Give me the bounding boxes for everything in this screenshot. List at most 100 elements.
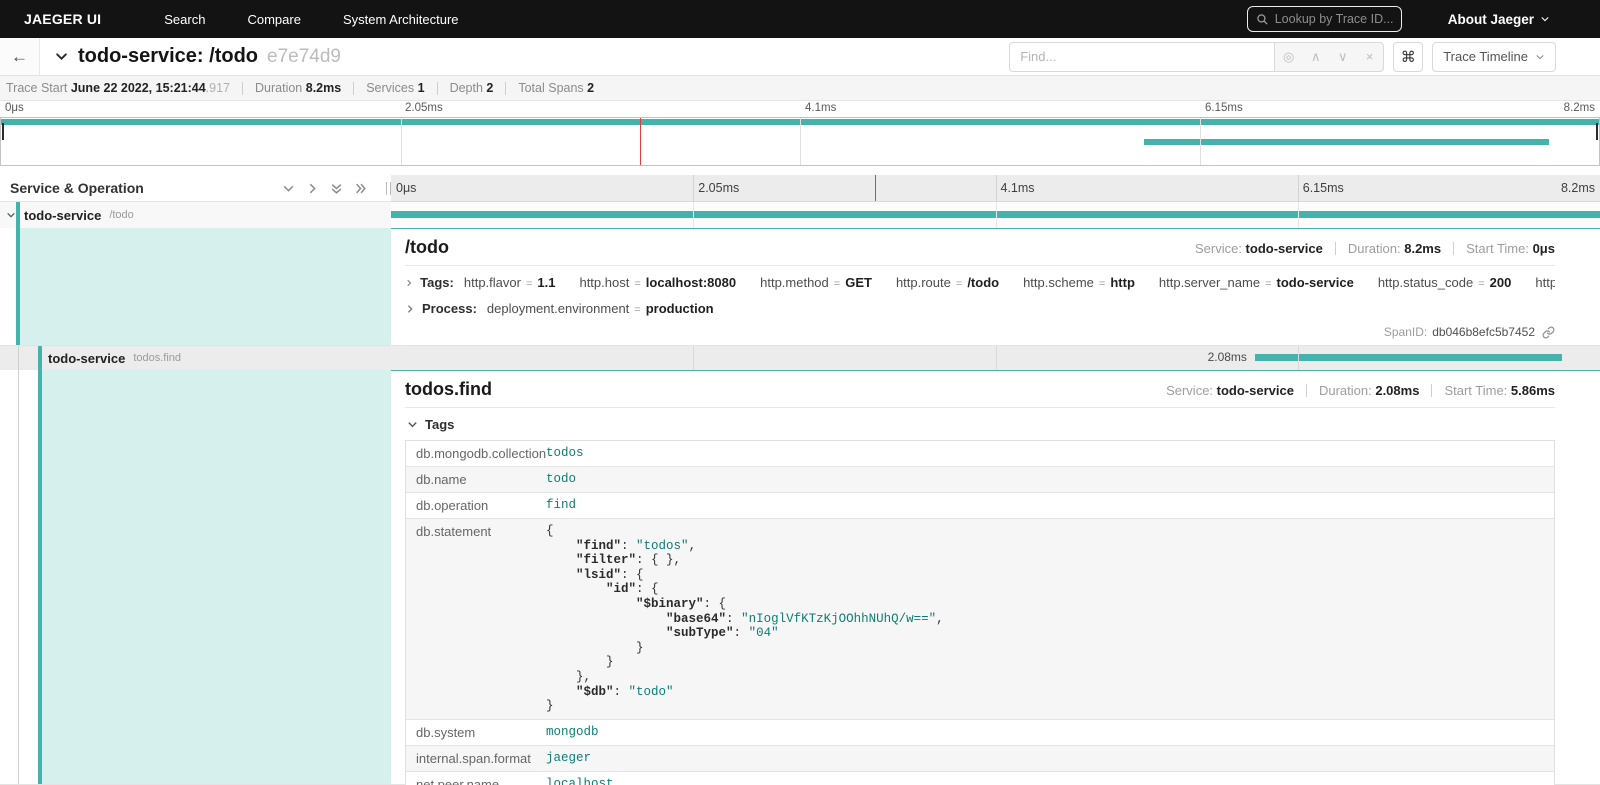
prev-match-button[interactable]: ∧ — [1302, 43, 1329, 71]
chevron-down-icon — [1535, 52, 1545, 62]
json-line: "find": "todos", — [546, 539, 1546, 554]
timeline-header-ticks: 0μs2.05ms4.1ms6.15ms8.2ms — [391, 175, 1600, 202]
meta-value: todo-service — [1217, 383, 1294, 398]
expand-one-button[interactable] — [306, 182, 319, 195]
collapse-trace-chevron-icon[interactable] — [54, 49, 69, 64]
summary-label: Services — [366, 81, 417, 95]
trace-summary-bar: Trace Start June 22 2022, 15:21:44.917Du… — [0, 76, 1600, 101]
json-punct: : — [621, 539, 636, 553]
tag-value: http — [1110, 275, 1135, 290]
collapse-all-button[interactable] — [330, 182, 343, 195]
json-punct: : — [734, 626, 749, 640]
minimap-canvas[interactable] — [0, 117, 1600, 166]
span-color-bar — [38, 346, 42, 370]
double-chevron-down-icon — [330, 182, 343, 195]
find-input[interactable] — [1009, 42, 1274, 72]
jaeger-logo[interactable]: JAEGER UI — [24, 11, 101, 27]
json-key: "filter" — [576, 553, 636, 567]
nav-item-system-architecture[interactable]: System Architecture — [322, 0, 480, 38]
span-row-todos-find[interactable]: todo-service todos.find 2.08ms — [0, 346, 1600, 370]
separator — [1431, 384, 1432, 397]
equals-sign: = — [1099, 278, 1105, 290]
trace-header-controls: ◎ ∧ ∨ × ⌘ Trace Timeline — [1009, 42, 1556, 72]
json-key: "base64" — [666, 612, 726, 626]
span-row-todo-label[interactable]: todo-service /todo — [0, 202, 391, 228]
tag-table-row[interactable]: db.systemmongodb — [406, 720, 1554, 746]
json-line: "filter": { }, — [546, 553, 1546, 568]
tag-table-row[interactable]: db.operationfind — [406, 493, 1554, 519]
clear-find-button[interactable]: × — [1356, 43, 1383, 71]
gridline — [800, 118, 801, 165]
meta-value: todo-service — [1246, 241, 1323, 256]
keyboard-shortcuts-button[interactable]: ⌘ — [1393, 42, 1423, 72]
collapse-span-chevron-icon[interactable] — [6, 210, 16, 220]
next-match-button[interactable]: ∨ — [1329, 43, 1356, 71]
about-jaeger-menu[interactable]: About Jaeger — [1448, 12, 1550, 27]
collapse-one-button[interactable] — [282, 182, 295, 195]
json-punct: : { — [621, 568, 644, 582]
summary-value: 1 — [418, 81, 425, 95]
tag-table-row[interactable]: db.mongodb.collectiontodos — [406, 441, 1554, 467]
nav-item-compare[interactable]: Compare — [226, 0, 321, 38]
separator — [437, 82, 438, 95]
equals-sign: = — [634, 304, 640, 316]
span-row-todos-find-track[interactable]: 2.08ms — [391, 346, 1600, 370]
about-jaeger-label: About Jaeger — [1448, 12, 1534, 27]
gridline — [996, 175, 997, 201]
tag-table-row[interactable]: internal.span.formatjaeger — [406, 746, 1554, 772]
gridline — [401, 118, 402, 165]
span-row-todo[interactable]: todo-service /todo — [0, 202, 1600, 228]
nav-item-search[interactable]: Search — [143, 0, 226, 38]
meta-label: Duration: — [1319, 383, 1375, 398]
span-bar-todos-find[interactable] — [1255, 354, 1562, 361]
json-key: "$db" — [576, 685, 614, 699]
copy-link-icon[interactable] — [1542, 326, 1555, 339]
minimap-left-scrubber[interactable] — [2, 123, 4, 140]
meta-label: Service: — [1166, 383, 1217, 398]
json-key: "subType" — [666, 626, 734, 640]
span-row-todo-track[interactable] — [391, 202, 1600, 228]
tags-section-accordion[interactable]: Tags — [407, 417, 1555, 432]
tags-accordion[interactable]: Tags: http.flavor=1.1http.host=localhost… — [405, 275, 1555, 290]
tag-key: http.method — [760, 275, 829, 290]
json-punct: , — [936, 612, 944, 626]
tag-table-key: db.name — [406, 467, 538, 492]
span-row-todos-find-label[interactable]: todo-service todos.find — [0, 346, 391, 370]
minimap-right-scrubber[interactable] — [1596, 123, 1598, 140]
tag-table-key: db.operation — [406, 493, 538, 518]
summary-value: June 22 2022, 15:21:44 — [71, 81, 206, 95]
span-detail-todo-card: /todo Service: todo-serviceDuration: 8.2… — [391, 228, 1600, 345]
json-string: "04" — [749, 626, 779, 640]
tags-section-label: Tags — [425, 417, 454, 432]
command-key-icon: ⌘ — [1401, 48, 1416, 66]
expand-all-button[interactable] — [354, 182, 367, 195]
meta-label: Start Time: — [1466, 241, 1532, 256]
indent-guide — [18, 370, 19, 784]
process-accordion[interactable]: Process: deployment.environment=producti… — [405, 301, 1555, 316]
tag-table-row[interactable]: db.statement{ "find": "todos", "filter":… — [406, 519, 1554, 720]
meta-value: 2.08ms — [1375, 383, 1419, 398]
tags-chip-list: http.flavor=1.1http.host=localhost:8080h… — [464, 275, 1555, 290]
json-punct: } — [636, 641, 644, 655]
summary-label: Total Spans — [518, 81, 587, 95]
trace-lookup-input[interactable] — [1275, 12, 1393, 26]
tag-table-value: localhost — [538, 772, 1554, 785]
trace-view-select[interactable]: Trace Timeline — [1432, 42, 1556, 72]
focus-match-button[interactable]: ◎ — [1275, 43, 1302, 71]
gridline — [693, 346, 694, 370]
equals-sign: = — [1478, 278, 1484, 290]
tag-value: /todo — [967, 275, 999, 290]
tag-table-value: find — [538, 493, 1554, 518]
json-punct: : — [726, 612, 741, 626]
json-punct: : — [614, 685, 629, 699]
back-button[interactable]: ← — [0, 38, 40, 75]
summary-label: Trace Start — [6, 81, 71, 95]
tag-key: http.status_code — [1378, 275, 1473, 290]
timeline-tick-label: 6.15ms — [1303, 181, 1344, 195]
tag-table-row[interactable]: net.peer.namelocalhost — [406, 772, 1554, 785]
span-detail-todo: /todo Service: todo-serviceDuration: 8.2… — [0, 228, 1600, 346]
meta-label: Start Time: — [1444, 383, 1510, 398]
trace-lookup-box[interactable] — [1247, 6, 1402, 32]
tag-table-row[interactable]: db.nametodo — [406, 467, 1554, 493]
json-indent — [546, 670, 576, 684]
